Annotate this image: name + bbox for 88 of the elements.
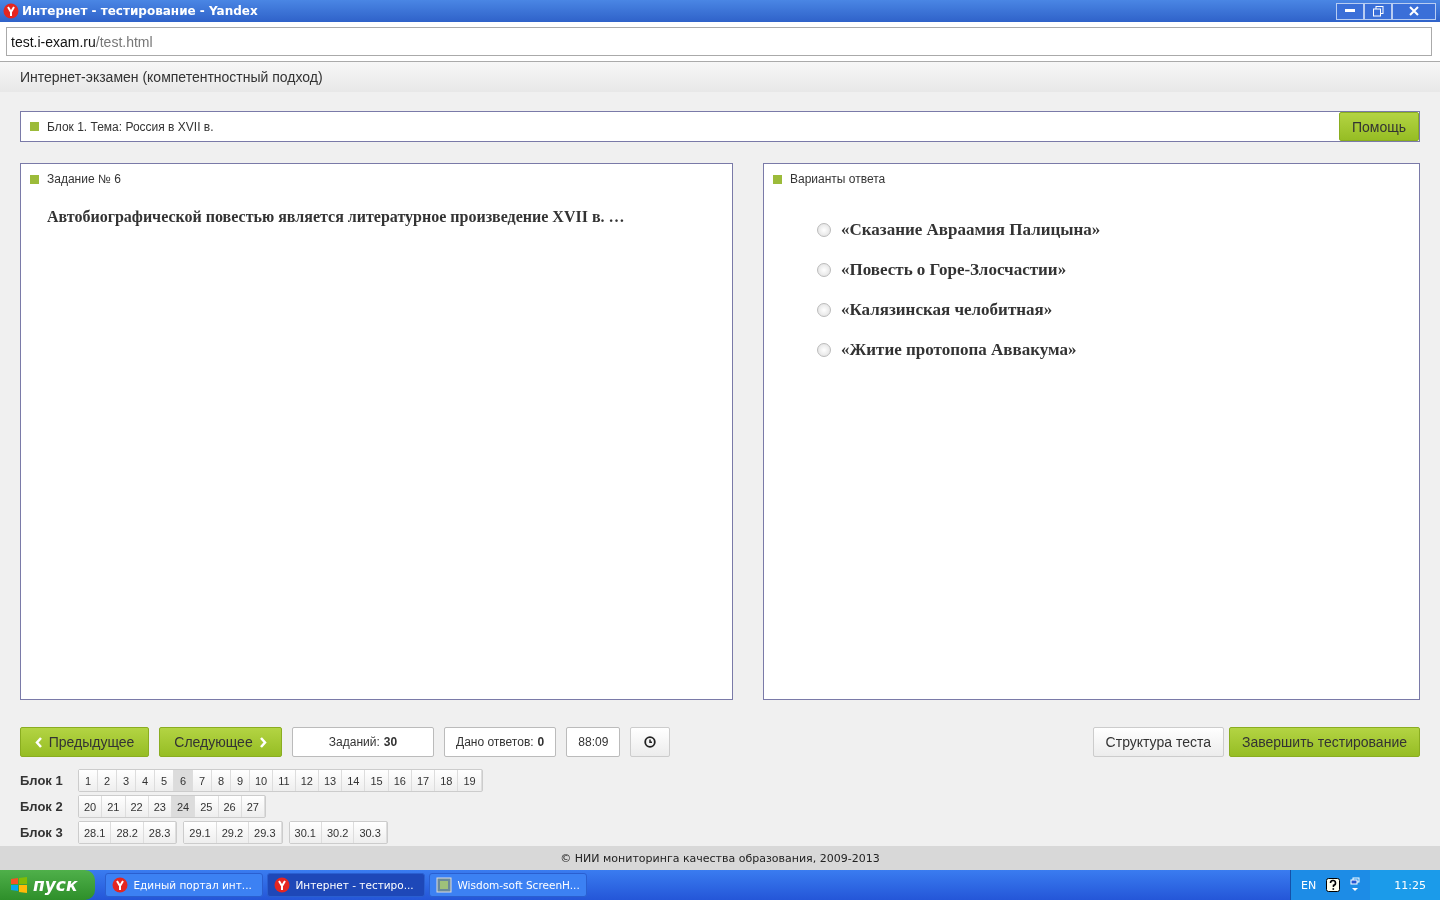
panel-heading: Варианты ответа bbox=[790, 172, 886, 186]
minimize-icon bbox=[1345, 9, 1355, 13]
question-number-button[interactable]: 29.2 bbox=[216, 822, 250, 843]
question-number-button[interactable]: 2 bbox=[98, 770, 117, 791]
help-button[interactable]: Помощь bbox=[1338, 112, 1419, 141]
question-number-button[interactable]: 7 bbox=[193, 770, 212, 791]
clock-button[interactable] bbox=[630, 727, 671, 757]
square-bullet-icon bbox=[773, 174, 782, 184]
question-number-button[interactable]: 8 bbox=[212, 770, 231, 791]
question-number-button[interactable]: 28.1 bbox=[79, 822, 112, 843]
network-icon[interactable] bbox=[1350, 877, 1361, 893]
question-number-button[interactable]: 22 bbox=[125, 796, 149, 817]
window-title: Интернет - тестирование - Yandex bbox=[22, 4, 258, 18]
close-button[interactable] bbox=[1392, 2, 1436, 20]
question-number-button[interactable]: 6 bbox=[174, 770, 193, 791]
minimize-button[interactable] bbox=[1336, 2, 1364, 20]
browser-logo-icon bbox=[112, 877, 129, 893]
topic-title: Блок 1. Тема: Россия в XVII в. bbox=[47, 119, 214, 134]
timer: 88:09 bbox=[566, 727, 621, 757]
close-icon bbox=[1409, 6, 1419, 16]
question-number-button[interactable]: 14 bbox=[342, 770, 366, 791]
radio-button[interactable] bbox=[817, 263, 831, 277]
question-number-button[interactable]: 19 bbox=[458, 770, 482, 791]
answer-option[interactable]: «Житие протопопа Аввакума» bbox=[841, 340, 1077, 360]
next-button[interactable]: Следующее bbox=[159, 727, 282, 757]
previous-button[interactable]: Предыдущее bbox=[20, 727, 149, 757]
question-number-button[interactable]: 29.3 bbox=[249, 822, 282, 843]
question-number-button[interactable]: 1 bbox=[79, 770, 98, 791]
chevron-left-icon bbox=[34, 736, 43, 748]
clock-icon bbox=[644, 736, 657, 748]
answer-option[interactable]: «Повесть о Горе-Злосчастии» bbox=[841, 260, 1067, 280]
taskbar-button[interactable]: Wisdom-soft ScreenH... bbox=[429, 873, 588, 897]
radio-button[interactable] bbox=[817, 223, 831, 237]
question-number-button[interactable]: 16 bbox=[388, 770, 412, 791]
question-number-button[interactable]: 29.1 bbox=[184, 822, 217, 843]
radio-button[interactable] bbox=[817, 343, 831, 357]
question-number-button[interactable]: 28.3 bbox=[143, 822, 177, 843]
square-bullet-icon bbox=[30, 174, 39, 184]
taskbar-button[interactable]: Интернет - тестиро... bbox=[267, 873, 426, 897]
question-text: Автобиографической повестью является литературное произведение XVII в. … bbox=[47, 208, 626, 226]
question-number-button[interactable]: 4 bbox=[136, 770, 155, 791]
question-number-button[interactable]: 18 bbox=[435, 770, 459, 791]
windows-flag-icon bbox=[10, 877, 28, 893]
language-indicator[interactable]: EN bbox=[1301, 878, 1317, 892]
question-number-button[interactable]: 12 bbox=[295, 770, 319, 791]
browser-logo-icon bbox=[3, 3, 19, 19]
taskbar-button[interactable]: Единый портал инт... bbox=[105, 873, 264, 897]
question-number-button[interactable]: 26 bbox=[218, 796, 242, 817]
tasks-counter: Заданий: 30 bbox=[292, 727, 434, 757]
block-label: Блок 2 bbox=[20, 799, 64, 814]
app-icon bbox=[436, 877, 453, 893]
question-number-button[interactable]: 20 bbox=[79, 796, 103, 817]
address-field[interactable]: test.i-exam.ru/test.html bbox=[6, 27, 1432, 56]
finish-button[interactable]: Завершить тестирование bbox=[1229, 727, 1420, 757]
panel-heading: Задание № 6 bbox=[47, 172, 121, 186]
question-number-button[interactable]: 24 bbox=[172, 796, 196, 817]
answer-option[interactable]: «Калязинская челобитная» bbox=[841, 300, 1053, 320]
question-number-button[interactable]: 27 bbox=[241, 796, 265, 817]
browser-logo-icon bbox=[274, 877, 291, 893]
test-structure-button[interactable]: Структура теста bbox=[1092, 727, 1224, 757]
block-label: Блок 1 bbox=[20, 773, 64, 788]
app-title: Интернет-экзамен (компетентностный подход) bbox=[20, 69, 323, 85]
question-number-button[interactable]: 5 bbox=[155, 770, 174, 791]
question-number-button[interactable]: 11 bbox=[273, 770, 296, 791]
question-number-button[interactable]: 9 bbox=[231, 770, 250, 791]
clock: 11:25 bbox=[1370, 870, 1440, 900]
question-number-button[interactable]: 30.1 bbox=[289, 822, 322, 843]
block-label: Блок 3 bbox=[20, 825, 64, 840]
question-number-button[interactable]: 17 bbox=[411, 770, 436, 791]
question-number-button[interactable]: 30.3 bbox=[354, 822, 387, 843]
answer-option[interactable]: «Сказание Авраамия Палицына» bbox=[841, 220, 1101, 240]
question-number-button[interactable]: 25 bbox=[195, 796, 219, 817]
question-number-button[interactable]: 15 bbox=[365, 770, 389, 791]
question-number-button[interactable]: 28.2 bbox=[111, 822, 144, 843]
question-number-button[interactable]: 13 bbox=[318, 770, 343, 791]
radio-button[interactable] bbox=[817, 303, 831, 317]
question-number-button[interactable]: 23 bbox=[148, 796, 172, 817]
copyright-text: © НИИ мониторинга качества образования, 2009-2013 bbox=[560, 851, 880, 865]
square-bullet-icon bbox=[30, 122, 39, 131]
question-number-button[interactable]: 10 bbox=[250, 770, 274, 791]
help-icon[interactable] bbox=[1326, 878, 1341, 892]
chevron-right-icon bbox=[258, 736, 267, 748]
answers-counter: Дано ответов: 0 bbox=[444, 727, 557, 757]
restore-button[interactable] bbox=[1364, 2, 1392, 20]
question-number-button[interactable]: 21 bbox=[102, 796, 126, 817]
question-number-button[interactable]: 30.2 bbox=[321, 822, 355, 843]
restore-icon bbox=[1372, 5, 1384, 17]
question-number-button[interactable]: 3 bbox=[117, 770, 136, 791]
